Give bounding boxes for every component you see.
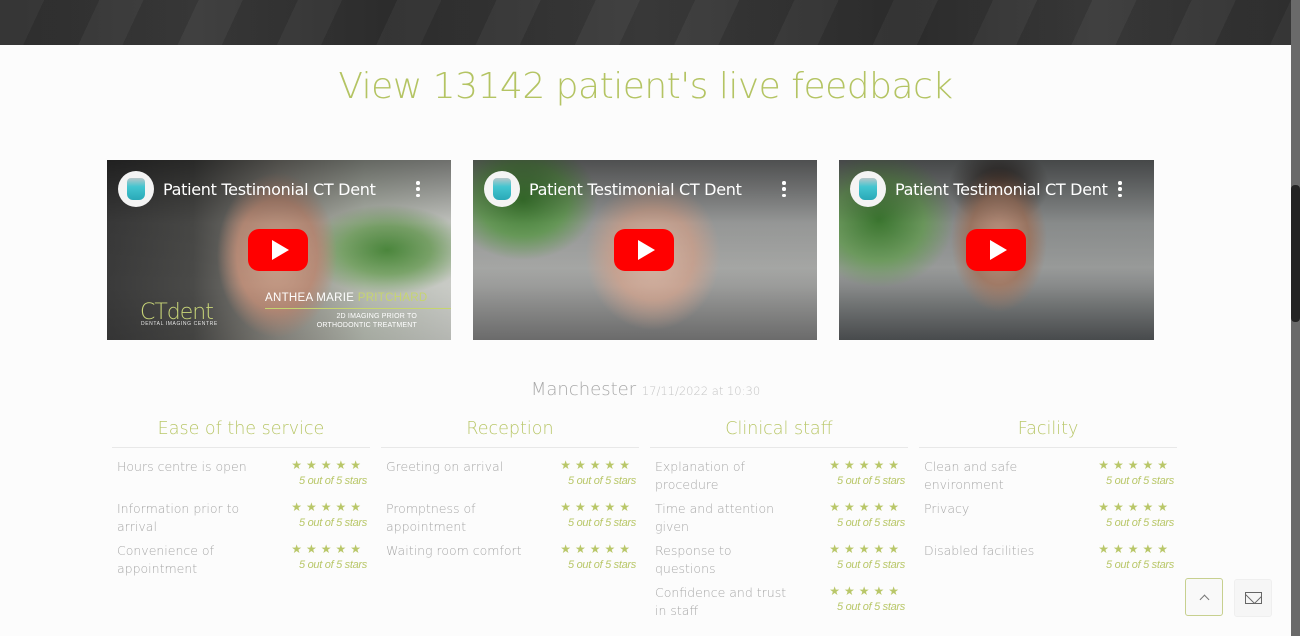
page-title: View 13142 patient's live feedback bbox=[338, 66, 953, 107]
caption-first-name: ANTHEA MARIE bbox=[265, 292, 355, 304]
channel-avatar[interactable] bbox=[850, 171, 886, 207]
caption-divider bbox=[265, 308, 451, 309]
rating-row: Hours centre is open ★★★★★ 5 out of 5 st… bbox=[112, 448, 370, 490]
star-rating-icon: ★★★★★ bbox=[291, 458, 365, 472]
ct-tooth-icon bbox=[493, 178, 511, 200]
rating-label: Information prior to arrival bbox=[117, 501, 240, 534]
video-caption-name: ANTHEA MARIE PRITCHARD bbox=[265, 292, 428, 304]
play-button[interactable] bbox=[966, 229, 1026, 271]
star-rating-icon: ★★★★★ bbox=[291, 500, 365, 514]
video-embed[interactable]: Patient Testimonial CT Dent bbox=[473, 160, 817, 340]
ct-tooth-icon bbox=[859, 178, 877, 200]
caption-last-name: PRITCHARD bbox=[357, 292, 428, 304]
feedback-header: Manchester 17/11/2022 at 10:30 bbox=[0, 379, 1291, 400]
rating-text: 5 out of 5 stars bbox=[568, 475, 636, 487]
rating-label: Explanation of procedure bbox=[655, 459, 745, 492]
rating-label: Privacy bbox=[924, 501, 970, 516]
category-title: Reception bbox=[381, 416, 639, 448]
star-rating-icon: ★★★★★ bbox=[1098, 500, 1172, 514]
star-rating-icon: ★★★★★ bbox=[1098, 458, 1172, 472]
feedback-category: Reception Greeting on arrival ★★★★★ 5 ou… bbox=[381, 416, 639, 574]
feedback-category: Ease of the service Hours centre is open… bbox=[112, 416, 370, 576]
video-caption-subtitle: 2D IMAGING PRIOR TO ORTHODONTIC TREATMENT bbox=[317, 312, 417, 330]
play-button[interactable] bbox=[614, 229, 674, 271]
rating-row: Greeting on arrival ★★★★★ 5 out of 5 sta… bbox=[381, 448, 639, 490]
rating-label: Disabled facilities bbox=[924, 543, 1035, 558]
rating-text: 5 out of 5 stars bbox=[1106, 559, 1174, 571]
ct-tooth-icon bbox=[127, 178, 145, 200]
rating-label: Time and attention given bbox=[655, 501, 775, 534]
rating-text: 5 out of 5 stars bbox=[837, 517, 905, 529]
more-options-icon[interactable] bbox=[1114, 178, 1126, 200]
rating-row: Waiting room comfort ★★★★★ 5 out of 5 st… bbox=[381, 532, 639, 574]
star-rating-icon: ★★★★★ bbox=[829, 500, 903, 514]
rating-row: Convenience of appointment ★★★★★ 5 out o… bbox=[112, 532, 370, 576]
feedback-category: Clinical staff Explanation of procedure … bbox=[650, 416, 908, 618]
rating-text: 5 out of 5 stars bbox=[1106, 475, 1174, 487]
category-title: Facility bbox=[919, 416, 1177, 448]
feedback-category: Facility Clean and safe environment ★★★★… bbox=[919, 416, 1177, 574]
feedback-location: Manchester bbox=[530, 379, 637, 400]
category-title: Clinical staff bbox=[650, 416, 908, 448]
caption-line-1: 2D IMAGING PRIOR TO bbox=[336, 313, 417, 320]
category-title: Ease of the service bbox=[112, 416, 370, 448]
rating-text: 5 out of 5 stars bbox=[837, 601, 905, 613]
rating-label: Waiting room comfort bbox=[386, 543, 522, 558]
star-rating-icon: ★★★★★ bbox=[829, 584, 903, 598]
rating-label: Promptness of appointment bbox=[386, 501, 476, 534]
page-scrollbar[interactable] bbox=[1291, 0, 1300, 636]
rating-text: 5 out of 5 stars bbox=[568, 559, 636, 571]
rating-text: 5 out of 5 stars bbox=[837, 559, 905, 571]
rating-row: Promptness of appointment ★★★★★ 5 out of… bbox=[381, 490, 639, 534]
star-rating-icon: ★★★★★ bbox=[829, 542, 903, 556]
back-to-top-button[interactable] bbox=[1185, 578, 1223, 616]
star-rating-icon: ★★★★★ bbox=[1098, 542, 1172, 556]
rating-label: Convenience of appointment bbox=[117, 543, 214, 576]
rating-label: Clean and safe environment bbox=[924, 459, 1018, 492]
rating-row: Privacy ★★★★★ 5 out of 5 stars bbox=[919, 490, 1177, 532]
star-rating-icon: ★★★★★ bbox=[291, 542, 365, 556]
more-options-icon[interactable] bbox=[412, 178, 424, 200]
rating-text: 5 out of 5 stars bbox=[568, 517, 636, 529]
star-rating-icon: ★★★★★ bbox=[560, 500, 634, 514]
more-options-icon[interactable] bbox=[778, 178, 790, 200]
rating-label: Hours centre is open bbox=[117, 459, 247, 474]
video-title[interactable]: Patient Testimonial CT Dent bbox=[895, 180, 1108, 199]
rating-text: 5 out of 5 stars bbox=[299, 517, 367, 529]
video-title[interactable]: Patient Testimonial CT Dent bbox=[529, 180, 742, 199]
rating-label: Confidence and trust in staff bbox=[655, 585, 787, 618]
rating-row: Clean and safe environment ★★★★★ 5 out o… bbox=[919, 448, 1177, 492]
envelope-icon bbox=[1244, 592, 1262, 604]
rating-label: Greeting on arrival bbox=[386, 459, 504, 474]
page: View 13142 patient's live feedback CTden… bbox=[0, 0, 1291, 636]
channel-avatar[interactable] bbox=[484, 171, 520, 207]
rating-text: 5 out of 5 stars bbox=[1106, 517, 1174, 529]
star-rating-icon: ★★★★★ bbox=[560, 542, 634, 556]
rating-text: 5 out of 5 stars bbox=[299, 475, 367, 487]
rating-label: Response to questions bbox=[655, 543, 732, 576]
rating-row: Information prior to arrival ★★★★★ 5 out… bbox=[112, 490, 370, 534]
feedback-datetime: 17/11/2022 at 10:30 bbox=[641, 384, 761, 398]
video-title[interactable]: Patient Testimonial CT Dent bbox=[163, 180, 376, 199]
rating-text: 5 out of 5 stars bbox=[837, 475, 905, 487]
channel-avatar[interactable] bbox=[118, 171, 154, 207]
rating-row: Response to questions ★★★★★ 5 out of 5 s… bbox=[650, 532, 908, 576]
star-rating-icon: ★★★★★ bbox=[560, 458, 634, 472]
rating-row: Disabled facilities ★★★★★ 5 out of 5 sta… bbox=[919, 532, 1177, 574]
rating-text: 5 out of 5 stars bbox=[299, 559, 367, 571]
star-rating-icon: ★★★★★ bbox=[829, 458, 903, 472]
hero-banner bbox=[0, 0, 1291, 45]
rating-row: Confidence and trust in staff ★★★★★ 5 ou… bbox=[650, 574, 908, 618]
scrollbar-thumb[interactable] bbox=[1291, 185, 1300, 322]
rating-row: Time and attention given ★★★★★ 5 out of … bbox=[650, 490, 908, 534]
caption-line-2: ORTHODONTIC TREATMENT bbox=[316, 322, 417, 329]
rating-row: Explanation of procedure ★★★★★ 5 out of … bbox=[650, 448, 908, 492]
contact-button[interactable] bbox=[1234, 579, 1272, 617]
play-button[interactable] bbox=[248, 229, 308, 271]
video-embed[interactable]: CTdent DENTAL IMAGING CENTRE ANTHEA MARI… bbox=[107, 160, 451, 340]
video-embed[interactable]: Patient Testimonial CT Dent bbox=[839, 160, 1154, 340]
ct-dent-logo-subtitle: DENTAL IMAGING CENTRE bbox=[141, 321, 218, 327]
